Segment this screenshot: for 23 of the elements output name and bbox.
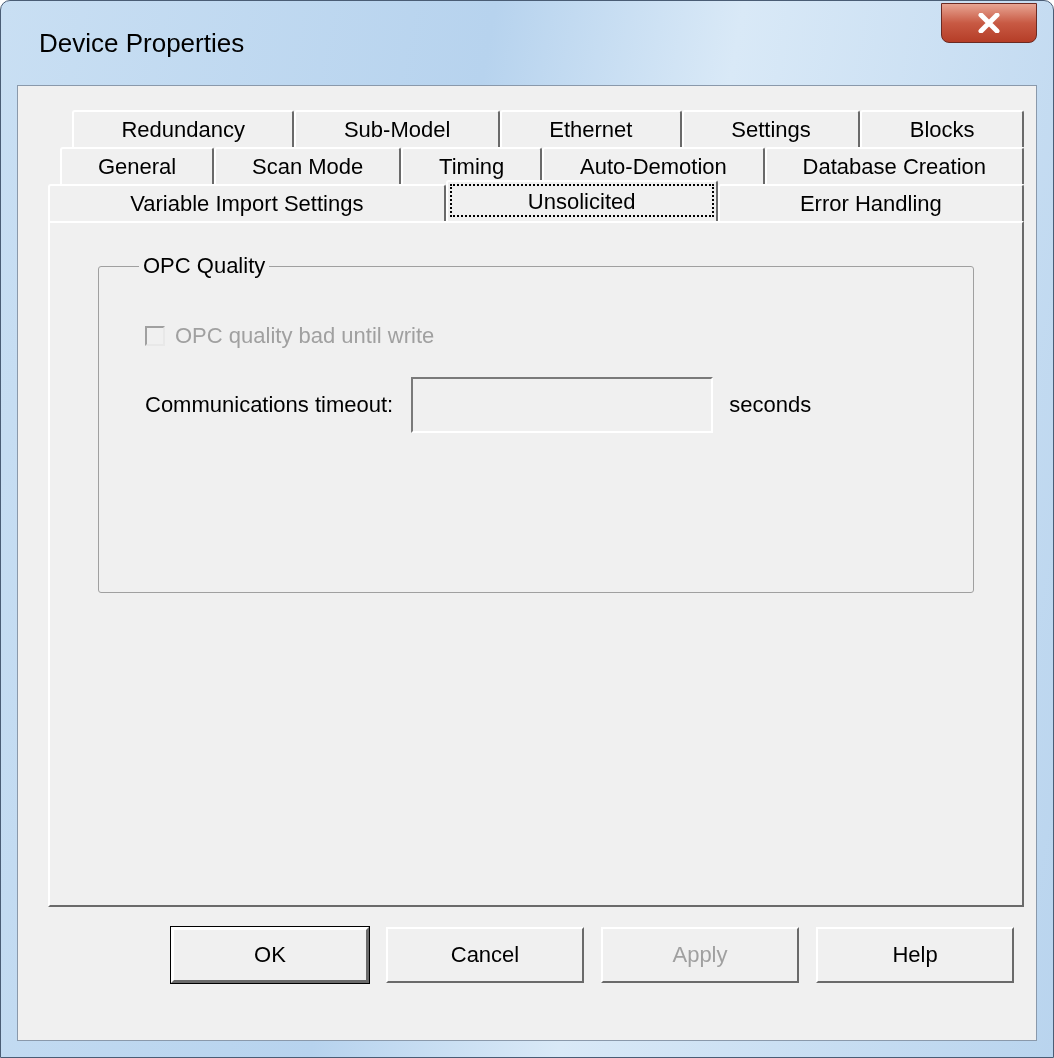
tab[interactable]: Database Creation [764, 147, 1024, 184]
window-title: Device Properties [39, 27, 245, 59]
unit-label: seconds [729, 392, 812, 418]
tab[interactable]: Blocks [860, 110, 1024, 147]
close-button[interactable] [941, 3, 1037, 43]
tab[interactable]: Redundancy [72, 110, 295, 147]
tab[interactable]: Auto-Demotion [542, 147, 765, 184]
group-title: OPC Quality [142, 253, 267, 279]
tab[interactable]: Sub-Model [294, 110, 500, 147]
dialog-button[interactable]: Help [816, 927, 1014, 983]
field-label: Communications timeout: [145, 392, 394, 418]
tab[interactable]: Timing [401, 147, 543, 184]
tab[interactable]: Settings [681, 110, 861, 147]
dialog-button[interactable]: OK [171, 927, 369, 983]
tab[interactable]: Scan Mode [214, 147, 402, 184]
tab[interactable]: Ethernet [499, 110, 682, 147]
tab[interactable]: Error Handling [717, 184, 1024, 221]
tab[interactable]: General [60, 147, 215, 184]
close-icon [978, 13, 1000, 33]
tab[interactable]: Unsolicited [445, 180, 718, 221]
dialog-button[interactable]: Cancel [386, 927, 584, 983]
checkbox-label: OPC quality bad until write [175, 323, 435, 349]
tab[interactable]: Variable Import Settings [48, 184, 446, 221]
